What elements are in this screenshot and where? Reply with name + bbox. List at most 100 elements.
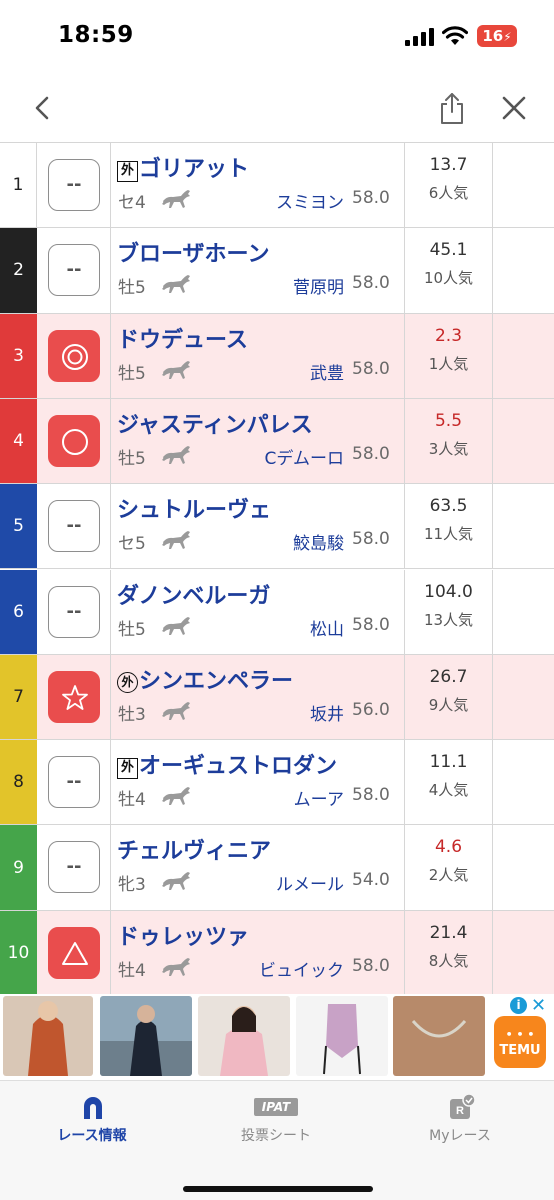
horse-row[interactable]: 9 -- チェルヴィニア 牝3 ルメール 54.0 4.6 2人気 [0, 825, 554, 911]
carried-weight: 58.0 [352, 955, 390, 976]
horse-row[interactable]: 3 ドウデュース 牡5 武豊 58.0 2.3 1人気 [0, 313, 554, 399]
tab-betting-sheet-label: 投票シート [241, 1128, 311, 1144]
tab-race-info[interactable]: レース情報 [0, 1081, 184, 1161]
odds: 11.1 [429, 752, 468, 773]
horse-name-label: シュトルーヴェ [117, 498, 272, 524]
horse-row[interactable]: 5 -- シュトルーヴェ セ5 鮫島駿 58.0 63.5 11人気 [0, 484, 554, 570]
jockey-name[interactable]: 坂井 [310, 700, 344, 725]
prediction-mark-button[interactable]: -- [48, 159, 100, 211]
odds: 26.7 [429, 666, 468, 687]
horse-name[interactable]: ダノンベルーガ [117, 578, 270, 610]
horse-icon [161, 443, 193, 467]
gate-number: 9 [0, 825, 37, 910]
ad-image-1[interactable] [3, 996, 93, 1076]
jockey-name[interactable]: 鮫島駿 [293, 529, 344, 554]
jockey-name[interactable]: Cデムーロ [264, 444, 344, 469]
horse-name[interactable]: シュトルーヴェ [117, 492, 271, 524]
horse-row[interactable]: 1 -- 外ゴリアット セ4 スミヨン 58.0 13.7 6人気 [0, 143, 554, 229]
ad-image-3[interactable] [198, 996, 290, 1076]
foreign-horse-badge: 外 [117, 671, 138, 693]
sex-age: 牡5 [118, 278, 146, 299]
navigation-bar [0, 75, 554, 142]
horse-name[interactable]: ジャスティンパレス [117, 407, 313, 439]
horse-row[interactable]: 8 -- 外オーギュストロダン 牡4 ムーア 58.0 11.1 4人気 [0, 740, 554, 826]
jockey-name[interactable]: スミヨン [276, 188, 344, 213]
horse-row[interactable]: 7 外シンエンペラー 牡3 坂井 56.0 26.7 9人気 [0, 654, 554, 741]
sex-age: 牡3 [118, 704, 146, 725]
carried-weight: 58.0 [352, 614, 390, 635]
close-icon[interactable] [499, 93, 529, 123]
horse-name-label: ダノンベルーガ [117, 583, 271, 609]
gate-number: 2 [0, 228, 37, 313]
column-divider [110, 398, 111, 484]
horse-name[interactable]: 外オーギュストロダン [117, 748, 337, 780]
temu-logo[interactable]: • • • TEMU [494, 1016, 546, 1068]
triangle-mark-icon[interactable] [48, 926, 100, 979]
horse-name-label: チェルヴィニア [117, 839, 272, 865]
horse-name-label: シンエンペラー [139, 668, 294, 694]
ad-banner[interactable]: • • • TEMU i ✕ [0, 994, 554, 1080]
horse-name[interactable]: 外シンエンペラー [117, 663, 293, 695]
horse-name-label: ジャスティンパレス [117, 412, 313, 438]
jockey-name[interactable]: 松山 [310, 615, 344, 640]
horse-name[interactable]: ドウデュース [117, 322, 248, 354]
svg-text:R: R [456, 1105, 464, 1117]
gate-number: 6 [0, 569, 37, 654]
ad-image-4[interactable] [296, 996, 388, 1076]
jockey-name[interactable]: 菅原明 [293, 273, 344, 298]
prediction-mark-button[interactable]: -- [48, 756, 100, 809]
column-divider [492, 398, 493, 484]
double-circle-mark-icon[interactable] [48, 329, 100, 382]
gate-number: 1 [0, 143, 37, 228]
horse-row[interactable]: 6 -- ダノンベルーガ 牡5 松山 58.0 104.0 13人気 [0, 569, 554, 655]
prediction-mark-button[interactable]: -- [48, 841, 100, 894]
ad-info-icon[interactable]: i [510, 997, 527, 1014]
mark-label: -- [66, 515, 82, 537]
horse-name[interactable]: チェルヴィニア [117, 833, 271, 865]
gate-number-label: 9 [13, 857, 24, 878]
sex-age: 牝3 [118, 875, 146, 896]
horse-name-label: ドウデュース [117, 327, 248, 353]
column-divider [110, 910, 111, 994]
horse-row[interactable]: 2 -- ブローザホーン 牡5 菅原明 58.0 45.1 10人気 [0, 228, 554, 314]
popularity-rank: 13人気 [423, 610, 474, 629]
star-mark-icon[interactable] [48, 670, 100, 723]
chevron-left-icon[interactable] [28, 93, 58, 123]
gate-number-label: 6 [13, 601, 24, 622]
carried-weight: 58.0 [352, 443, 390, 464]
horse-name[interactable]: 外ゴリアット [117, 151, 249, 183]
share-icon[interactable] [437, 91, 467, 125]
circle-mark-icon[interactable] [48, 414, 100, 467]
horse-row[interactable]: 10 ドゥレッツァ 牡4 ビュイック 58.0 21.4 8人気 [0, 910, 554, 994]
jockey-name[interactable]: ムーア [294, 785, 344, 810]
ad-close-icon[interactable]: ✕ [531, 995, 546, 1016]
gate-number: 10 [0, 910, 37, 994]
ad-image-2[interactable] [100, 996, 192, 1076]
tab-race-info-label: レース情報 [57, 1128, 127, 1144]
prediction-mark-button[interactable]: -- [48, 500, 100, 553]
horse-name[interactable]: ブローザホーン [117, 236, 269, 268]
popularity-rank: 2人気 [428, 866, 469, 885]
home-indicator [183, 1186, 373, 1192]
status-time: 18:59 [58, 22, 134, 48]
sex-age: セ5 [118, 534, 146, 555]
gate-number: 5 [0, 484, 37, 569]
prediction-mark-button[interactable]: -- [48, 244, 100, 297]
horse-row[interactable]: 4 ジャスティンパレス 牡5 Cデムーロ 58.0 5.5 3人気 [0, 398, 554, 485]
column-divider [492, 825, 493, 910]
foreign-horse-badge: 外 [117, 161, 138, 182]
gate-number: 8 [0, 740, 37, 825]
ad-image-5[interactable] [393, 996, 485, 1076]
horse-name[interactable]: ドゥレッツァ [117, 919, 249, 951]
tab-my-race[interactable]: R Myレース [368, 1081, 552, 1161]
column-divider [110, 484, 111, 569]
horseshoe-icon [84, 1097, 102, 1119]
jockey-name[interactable]: 武豊 [310, 359, 344, 384]
jockey-name[interactable]: ルメール [276, 870, 344, 895]
sex-age: 牡4 [118, 790, 146, 811]
horse-name-label: ドゥレッツァ [117, 924, 250, 950]
column-divider [110, 740, 111, 825]
prediction-mark-button[interactable]: -- [48, 585, 100, 638]
jockey-name[interactable]: ビュイック [259, 956, 344, 981]
tab-betting-sheet[interactable]: IPAT 投票シート [184, 1081, 368, 1161]
